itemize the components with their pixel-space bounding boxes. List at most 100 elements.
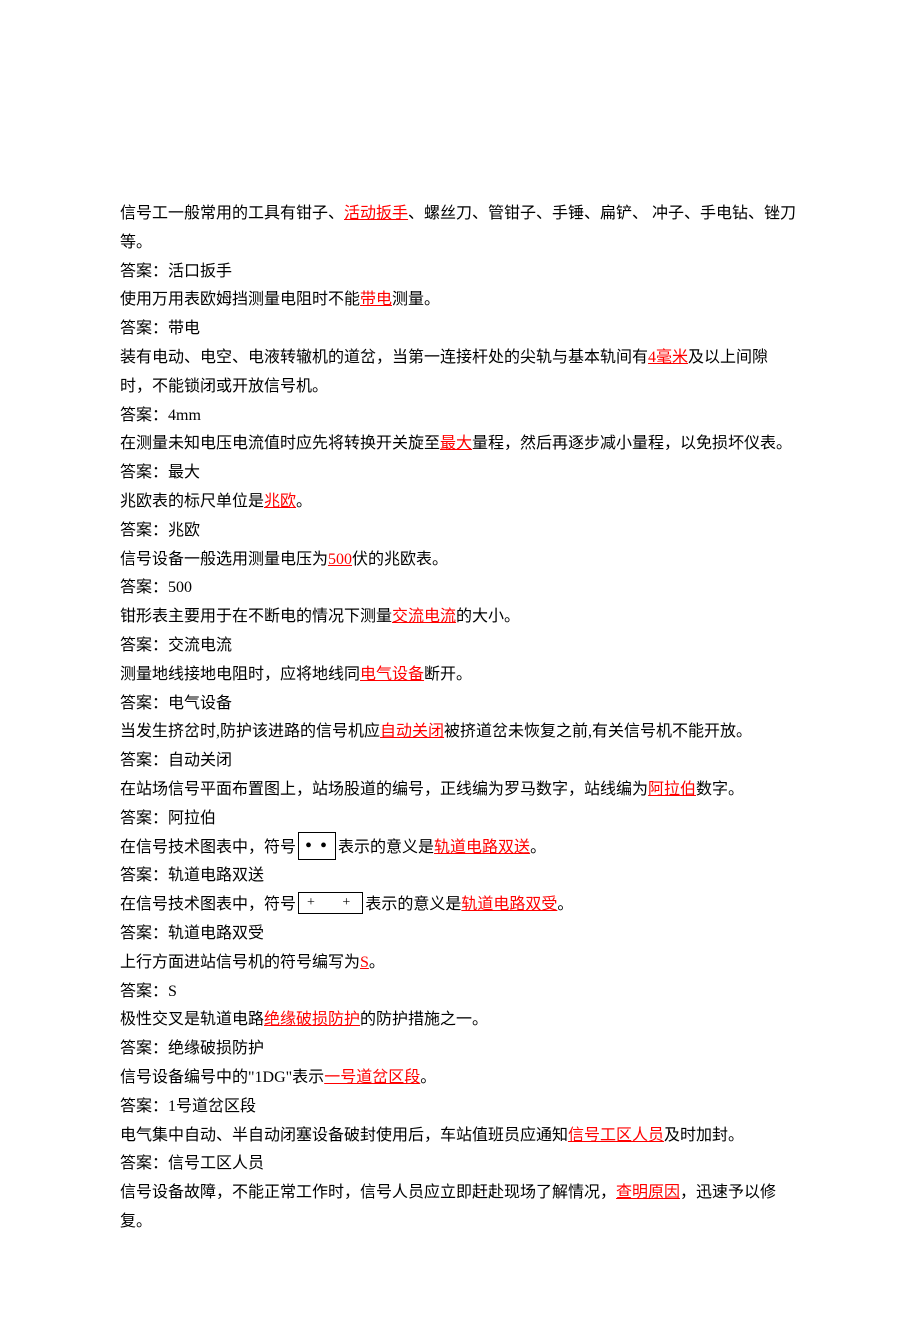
q-text: 表示的意义是 xyxy=(338,839,434,856)
answer-text: 兆欧 xyxy=(168,522,200,539)
q-text: 及时加封。 xyxy=(664,1127,744,1144)
answer-label: 答案： xyxy=(120,263,168,280)
q-text: 。 xyxy=(557,896,573,913)
answer-line: 答案：绝缘破损防护 xyxy=(120,1035,800,1064)
answer-text: 电气设备 xyxy=(168,695,232,712)
q-highlight: S xyxy=(360,954,369,971)
q-highlight: 活动扳手 xyxy=(344,205,408,222)
answer-text: 500 xyxy=(168,579,192,596)
q-text: 使用万用表欧姆挡测量电阻时不能 xyxy=(120,291,360,308)
question-text: 测量地线接地电阻时，应将地线同电气设备断开。 xyxy=(120,661,800,690)
q-text: 信号设备故障，不能正常工作时，信号人员应立即赶赴现场了解情况， xyxy=(120,1184,616,1201)
q-highlight: 阿拉伯 xyxy=(648,781,696,798)
question-text: 电气集中自动、半自动闭塞设备破封使用后，车站值班员应通知信号工区人员及时加封。 xyxy=(120,1122,800,1151)
answer-line: 答案：自动关闭 xyxy=(120,747,800,776)
q-text: 。 xyxy=(420,1069,436,1086)
answer-label: 答案： xyxy=(120,810,168,827)
answer-text: 最大 xyxy=(168,464,200,481)
answer-text: 信号工区人员 xyxy=(168,1155,264,1172)
q-text: 的防护措施之一。 xyxy=(360,1011,488,1028)
q-highlight: 信号工区人员 xyxy=(568,1127,664,1144)
answer-label: 答案： xyxy=(120,925,168,942)
answer-label: 答案： xyxy=(120,464,168,481)
question-text: 在站场信号平面布置图上，站场股道的编号，正线编为罗马数字，站线编为阿拉伯数字。 xyxy=(120,776,800,805)
q-highlight: 兆欧 xyxy=(264,493,296,510)
answer-line: 答案：最大 xyxy=(120,459,800,488)
question-text: 上行方面进站信号机的符号编写为S。 xyxy=(120,949,800,978)
question-text: 在信号技术图表中，符号••表示的意义是轨道电路双送。 xyxy=(120,834,800,863)
q-highlight: 绝缘破损防护 xyxy=(264,1011,360,1028)
answer-label: 答案： xyxy=(120,407,168,424)
question-text: 信号设备一般选用测量电压为500伏的兆欧表。 xyxy=(120,546,800,575)
answer-line: 答案：轨道电路双送 xyxy=(120,862,800,891)
q-text: 被挤道岔未恢复之前,有关信号机不能开放。 xyxy=(444,723,752,740)
answer-line: 答案：带电 xyxy=(120,315,800,344)
symbol-box-dot-icon: •• xyxy=(298,832,336,860)
q-highlight: 轨道电路双受 xyxy=(461,896,557,913)
answer-label: 答案： xyxy=(120,579,168,596)
answer-line: 答案：S xyxy=(120,978,800,1007)
q-highlight: 4毫米 xyxy=(648,349,688,366)
q-highlight: 带电 xyxy=(360,291,392,308)
q-highlight: 自动关闭 xyxy=(380,723,444,740)
answer-label: 答案： xyxy=(120,752,168,769)
answer-text: 1号道岔区段 xyxy=(168,1098,256,1115)
q-text: 在信号技术图表中，符号 xyxy=(120,896,296,913)
answer-line: 答案：轨道电路双受 xyxy=(120,920,800,949)
answer-text: 自动关闭 xyxy=(168,752,232,769)
q-highlight: 查明原因 xyxy=(616,1184,680,1201)
document-content: 信号工一般常用的工具有钳子、活动扳手、螺丝刀、管钳子、手锤、扁铲、 冲子、手电钻… xyxy=(120,200,800,1237)
answer-line: 答案：信号工区人员 xyxy=(120,1150,800,1179)
answer-text: 4mm xyxy=(168,407,201,424)
q-text: 信号工一般常用的工具有钳子、 xyxy=(120,205,344,222)
question-text: 在测量未知电压电流值时应先将转换开关旋至最大量程，然后再逐步减小量程，以免损坏仪… xyxy=(120,430,800,459)
answer-text: 轨道电路双送 xyxy=(168,867,264,884)
q-text: 表示的意义是 xyxy=(365,896,461,913)
q-text: 极性交叉是轨道电路 xyxy=(120,1011,264,1028)
question-text: 兆欧表的标尺单位是兆欧。 xyxy=(120,488,800,517)
q-text: 。 xyxy=(369,954,385,971)
q-highlight: 一号道岔区段 xyxy=(324,1069,420,1086)
answer-label: 答案： xyxy=(120,522,168,539)
q-text: 上行方面进站信号机的符号编写为 xyxy=(120,954,360,971)
question-text: 信号设备编号中的"1DG"表示一号道岔区段。 xyxy=(120,1064,800,1093)
q-text: 断开。 xyxy=(424,666,472,683)
q-text: 信号设备一般选用测量电压为 xyxy=(120,551,328,568)
answer-line: 答案：交流电流 xyxy=(120,632,800,661)
answer-text: 轨道电路双受 xyxy=(168,925,264,942)
answer-line: 答案：1号道岔区段 xyxy=(120,1093,800,1122)
question-text: 钳形表主要用于在不断电的情况下测量交流电流的大小。 xyxy=(120,603,800,632)
question-text: 当发生挤岔时,防护该进路的信号机应自动关闭被挤道岔未恢复之前,有关信号机不能开放… xyxy=(120,718,800,747)
q-highlight: 交流电流 xyxy=(392,608,456,625)
q-highlight: 最大 xyxy=(440,435,472,452)
q-text: 测量地线接地电阻时，应将地线同 xyxy=(120,666,360,683)
q-text: 量程，然后再逐步减小量程，以免损坏仪表。 xyxy=(472,435,792,452)
question-text: 使用万用表欧姆挡测量电阻时不能带电测量。 xyxy=(120,286,800,315)
q-text: 数字。 xyxy=(696,781,744,798)
answer-line: 答案：4mm xyxy=(120,402,800,431)
q-text: 测量。 xyxy=(392,291,440,308)
q-highlight: 电气设备 xyxy=(360,666,424,683)
answer-label: 答案： xyxy=(120,983,168,1000)
q-text: 。 xyxy=(296,493,312,510)
answer-line: 答案：兆欧 xyxy=(120,517,800,546)
answer-label: 答案： xyxy=(120,695,168,712)
answer-line: 答案：电气设备 xyxy=(120,690,800,719)
q-text: 当发生挤岔时,防护该进路的信号机应 xyxy=(120,723,380,740)
q-highlight: 轨道电路双送 xyxy=(434,839,530,856)
question-text: 信号工一般常用的工具有钳子、活动扳手、螺丝刀、管钳子、手锤、扁铲、 冲子、手电钻… xyxy=(120,200,800,258)
symbol-box-plus-icon: + + xyxy=(298,892,363,914)
answer-label: 答案： xyxy=(120,867,168,884)
answer-text: 绝缘破损防护 xyxy=(168,1040,264,1057)
answer-text: 阿拉伯 xyxy=(168,810,216,827)
q-text: 装有电动、电空、电液转辙机的道岔，当第一连接杆处的尖轨与基本轨间有 xyxy=(120,349,648,366)
answer-label: 答案： xyxy=(120,637,168,654)
answer-label: 答案： xyxy=(120,1040,168,1057)
question-text: 在信号技术图表中，符号+ +表示的意义是轨道电路双受。 xyxy=(120,891,800,920)
q-text: 伏的兆欧表。 xyxy=(352,551,448,568)
question-text: 极性交叉是轨道电路绝缘破损防护的防护措施之一。 xyxy=(120,1006,800,1035)
answer-line: 答案：500 xyxy=(120,574,800,603)
q-text: 。 xyxy=(530,839,546,856)
question-text: 信号设备故障，不能正常工作时，信号人员应立即赶赴现场了解情况，查明原因，迅速予以… xyxy=(120,1179,800,1237)
answer-line: 答案：活口扳手 xyxy=(120,258,800,287)
